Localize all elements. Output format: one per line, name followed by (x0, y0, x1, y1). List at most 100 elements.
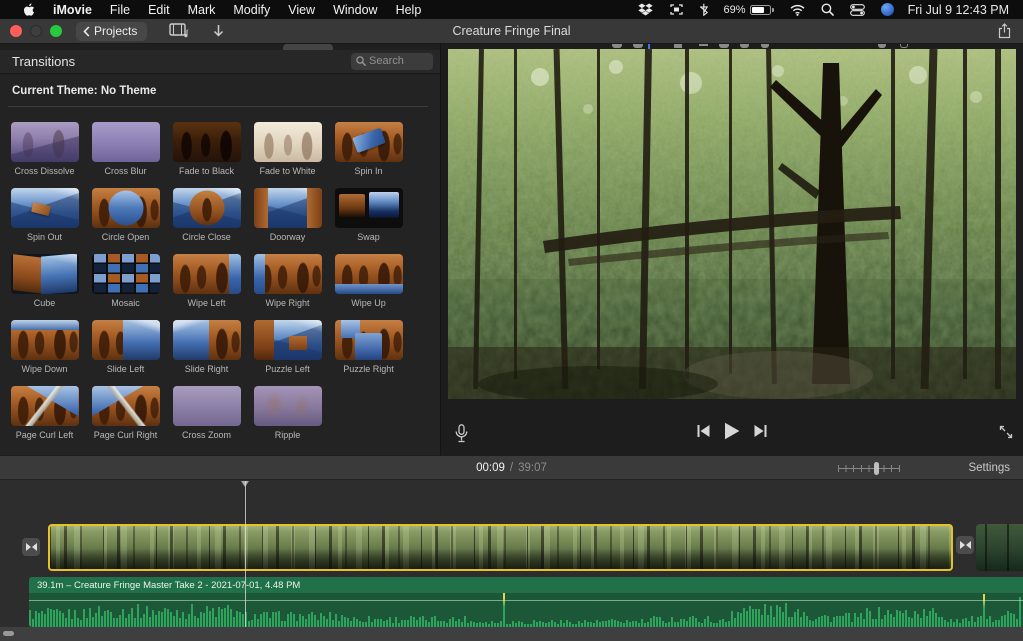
transition-item[interactable]: Mosaic (92, 248, 160, 314)
search-field[interactable] (351, 53, 433, 70)
transition-thumbnail[interactable] (11, 122, 79, 162)
battery-indicator[interactable]: 69% (716, 4, 782, 16)
transition-thumbnail[interactable] (335, 188, 403, 228)
apple-menu-icon[interactable] (14, 3, 44, 17)
assistant-app-icon[interactable] (873, 3, 902, 16)
menu-bar-clock[interactable]: Fri Jul 9 12:43 PM (902, 3, 1015, 17)
transition-item[interactable]: Puzzle Left (254, 314, 322, 380)
transition-item[interactable]: Fade to White (254, 116, 322, 182)
transition-thumbnail[interactable] (254, 254, 322, 294)
transition-item[interactable]: Slide Left (92, 314, 160, 380)
skip-to-start-button[interactable] (697, 424, 710, 438)
transition-thumbnail[interactable] (254, 320, 322, 360)
voiceover-mic-icon[interactable] (455, 424, 468, 443)
transition-item[interactable]: Cross Blur (92, 116, 160, 182)
video-preview[interactable] (448, 49, 1016, 399)
timeline[interactable]: 39.1m – Creature Fringe Master Take 2 - … (0, 480, 1023, 641)
transition-item[interactable]: Wipe Right (254, 248, 322, 314)
transition-item[interactable]: Cross Dissolve (11, 116, 79, 182)
menu-item-window[interactable]: Window (324, 3, 386, 17)
transition-item[interactable]: Slide Right (173, 314, 241, 380)
back-to-projects-button[interactable]: Projects (76, 22, 147, 41)
skip-to-end-button[interactable] (754, 424, 767, 438)
audio-waveform[interactable] (29, 593, 1023, 627)
bluetooth-icon[interactable] (692, 3, 716, 16)
transition-thumbnail[interactable] (173, 320, 241, 360)
transition-thumbnail[interactable] (335, 254, 403, 294)
selected-video-clip[interactable] (48, 524, 953, 571)
transition-item[interactable]: Circle Open (92, 182, 160, 248)
control-center-icon[interactable] (842, 4, 873, 16)
search-input[interactable] (369, 55, 428, 67)
transition-thumbnail[interactable] (11, 386, 79, 426)
transition-thumbnail[interactable] (254, 122, 322, 162)
menu-item-file[interactable]: File (101, 3, 139, 17)
transition-item[interactable]: Doorway (254, 182, 322, 248)
zoom-slider-thumb[interactable] (874, 462, 879, 475)
transition-thumbnail[interactable] (254, 188, 322, 228)
transition-item[interactable]: Cross Zoom (173, 380, 241, 446)
transition-item[interactable]: Ripple (254, 380, 322, 446)
waveform-bar (995, 620, 997, 627)
close-window-button[interactable] (10, 25, 22, 37)
menu-item-edit[interactable]: Edit (139, 3, 179, 17)
transition-thumbnail[interactable] (92, 386, 160, 426)
transition-thumbnail[interactable] (11, 254, 79, 294)
zoom-window-button[interactable] (50, 25, 62, 37)
import-media-icon[interactable] (212, 24, 225, 39)
transition-thumbnail[interactable] (335, 320, 403, 360)
wifi-icon[interactable] (782, 4, 813, 16)
transition-item[interactable]: Puzzle Right (335, 314, 403, 380)
timeline-zoom-slider[interactable] (838, 462, 900, 475)
transition-item[interactable]: Wipe Down (11, 314, 79, 380)
transition-item[interactable]: Cube (11, 248, 79, 314)
transition-thumbnail[interactable] (173, 188, 241, 228)
transition-thumbnail[interactable] (92, 122, 160, 162)
transition-item[interactable]: Wipe Up (335, 248, 403, 314)
waveform-bar (1016, 619, 1018, 627)
scrollbar-thumb[interactable] (3, 631, 14, 636)
next-video-clip[interactable] (976, 524, 1023, 571)
minimize-window-button[interactable] (30, 25, 42, 37)
menu-item-mark[interactable]: Mark (179, 3, 225, 17)
transition-thumbnail[interactable] (92, 254, 160, 294)
transition-item[interactable]: Swap (335, 182, 403, 248)
menu-item-imovie[interactable]: iMovie (44, 3, 101, 17)
transition-thumbnail[interactable] (92, 188, 160, 228)
transition-label: Cross Dissolve (14, 166, 74, 176)
spotlight-search-icon[interactable] (813, 3, 842, 16)
transition-thumbnail[interactable] (173, 122, 241, 162)
window-manager-icon[interactable] (661, 3, 692, 16)
back-button-label: Projects (94, 24, 137, 38)
playhead-line[interactable] (245, 481, 246, 627)
transition-item[interactable]: Circle Close (173, 182, 241, 248)
waveform-bar (230, 609, 232, 627)
transition-thumbnail[interactable] (11, 320, 79, 360)
transition-placeholder-icon[interactable] (956, 536, 974, 554)
volume-level-line[interactable] (29, 600, 1023, 601)
transition-thumbnail[interactable] (173, 254, 241, 294)
transition-thumbnail[interactable] (254, 386, 322, 426)
audio-clip[interactable]: 39.1m – Creature Fringe Master Take 2 - … (29, 577, 1023, 627)
transition-thumbnail[interactable] (92, 320, 160, 360)
transition-thumbnail[interactable] (11, 188, 79, 228)
menu-item-help[interactable]: Help (387, 3, 431, 17)
dropbox-icon[interactable] (630, 3, 661, 16)
transition-item[interactable]: Spin Out (11, 182, 79, 248)
media-library-icon[interactable] (169, 23, 190, 39)
menu-item-modify[interactable]: Modify (224, 3, 279, 17)
transition-item[interactable]: Spin In (335, 116, 403, 182)
play-button[interactable] (724, 422, 740, 440)
share-icon[interactable] (998, 23, 1011, 39)
transition-thumbnail[interactable] (173, 386, 241, 426)
fullscreen-expand-icon[interactable] (999, 425, 1013, 439)
menu-item-view[interactable]: View (279, 3, 324, 17)
timeline-settings-button[interactable]: Settings (968, 456, 1010, 479)
transition-item[interactable]: Page Curl Left (11, 380, 79, 446)
transition-item[interactable]: Wipe Left (173, 248, 241, 314)
transition-item[interactable]: Page Curl Right (92, 380, 160, 446)
timeline-scrollbar[interactable] (0, 627, 1023, 641)
transition-thumbnail[interactable] (335, 122, 403, 162)
transition-item[interactable]: Fade to Black (173, 116, 241, 182)
transition-placeholder-icon[interactable] (22, 538, 40, 556)
